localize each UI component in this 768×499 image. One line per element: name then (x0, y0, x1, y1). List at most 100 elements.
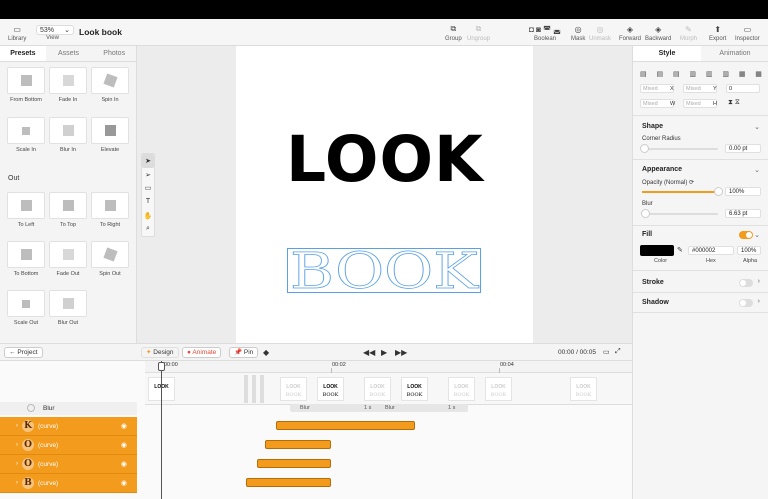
preset-scale-out[interactable]: Scale Out (7, 290, 45, 326)
eye-icon[interactable]: ◉ (121, 422, 127, 430)
preset-scale-in[interactable]: Scale In (7, 117, 45, 153)
rewind-icon[interactable]: ◀◀ (363, 348, 375, 357)
pin-button[interactable]: 📌 Pin (229, 347, 259, 358)
animation-bar[interactable] (257, 459, 331, 468)
chevron-right-icon[interactable]: › (16, 442, 18, 448)
eye-icon[interactable]: ◉ (121, 460, 127, 468)
opacity-label[interactable]: Opacity (Normal) ⟳ (642, 179, 694, 186)
animate-mode-button[interactable]: ● Animate (182, 347, 222, 358)
preset-to-top[interactable]: To Top (49, 192, 87, 228)
mask-button[interactable]: ◎ Mask (571, 25, 585, 43)
boolean-button[interactable]: ◘ ◙ ◚ ◛ Boolean (520, 25, 570, 43)
preset-fade-in[interactable]: Fade In (49, 67, 87, 103)
zoom-select[interactable]: 53% ⌄ (36, 25, 74, 35)
preset-spin-in[interactable]: Spin In (91, 67, 129, 103)
width-field[interactable]: Mixed (640, 99, 674, 108)
stroke-section[interactable]: Stroke (642, 279, 664, 286)
tab-style[interactable]: Style (633, 46, 701, 61)
animation-bar[interactable] (276, 421, 415, 430)
eye-icon[interactable]: ◉ (121, 479, 127, 487)
select-tool-icon[interactable]: ➤ (142, 154, 154, 168)
view-button[interactable]: View (46, 35, 59, 41)
layer-row[interactable]: › B (curve) ◉ (0, 474, 137, 493)
shadow-toggle[interactable] (739, 299, 753, 307)
chevron-down-icon[interactable]: ⌄ (754, 166, 760, 174)
expand-icon[interactable]: ⤢ (615, 348, 621, 356)
fill-section[interactable]: Fill (642, 231, 652, 238)
distribute-v-icon[interactable]: ▦ (755, 70, 762, 78)
inspector-button[interactable]: ▭ Inspector (735, 25, 760, 43)
align-bottom-icon[interactable]: ▥ (722, 70, 729, 78)
distribute-h-icon[interactable]: ▦ (739, 70, 746, 78)
frame-thumb[interactable]: LOOK BOOK (485, 377, 512, 401)
chevron-right-icon[interactable]: › (16, 461, 18, 467)
book-text-selection[interactable]: BOOK (287, 242, 481, 300)
text-tool-icon[interactable]: T (142, 195, 154, 209)
group-button[interactable]: ⧉ Group (445, 24, 462, 42)
blur-slider[interactable] (641, 209, 718, 218)
blur-knob[interactable] (641, 209, 651, 218)
chevron-right-icon[interactable]: › (16, 423, 18, 429)
animation-bar[interactable] (246, 478, 331, 487)
zoom-tool-icon[interactable]: ⌕ (142, 222, 154, 236)
tab-photos[interactable]: Photos (91, 46, 137, 61)
layer-row[interactable]: › O (curve) ◉ (0, 455, 137, 474)
playhead[interactable] (161, 361, 162, 499)
preset-blur-in[interactable]: Blur In (49, 117, 87, 153)
frame-thumb[interactable]: LOOK BOOK (280, 377, 307, 401)
align-right-icon[interactable]: ▤ (673, 70, 680, 78)
frame-thumb[interactable]: LOOK BOOK (401, 377, 428, 401)
tab-animation[interactable]: Animation (701, 46, 768, 61)
look-text[interactable]: LOOK (286, 128, 486, 191)
library-button[interactable]: ▭ Library (8, 25, 26, 43)
animation-bar[interactable] (265, 440, 331, 449)
loop-icon[interactable]: ▭ (603, 348, 610, 356)
opacity-value[interactable]: 100% (725, 187, 761, 196)
align-center-icon[interactable]: ▤ (656, 70, 663, 78)
fast-forward-icon[interactable]: ▶▶ (395, 348, 407, 357)
chevron-right-icon[interactable]: › (16, 480, 18, 486)
eyedropper-icon[interactable]: ✎ (677, 246, 683, 254)
preset-blur-out[interactable]: Blur Out (49, 290, 87, 326)
direct-select-tool-icon[interactable]: ➢ (142, 168, 154, 182)
tab-assets[interactable]: Assets (46, 46, 92, 61)
morph-button[interactable]: ✎ Morph (680, 25, 697, 43)
corner-radius-value[interactable]: 0.00 pt (725, 144, 761, 153)
rectangle-tool-icon[interactable]: ▭ (142, 181, 154, 195)
chevron-down-icon[interactable]: ⌄ (754, 123, 760, 131)
chevron-down-icon[interactable]: ⌄ (754, 231, 760, 239)
keyframe-icon[interactable]: ◆ (263, 348, 269, 357)
layer-row[interactable]: › K (curve) ◉ (0, 417, 137, 436)
fill-alpha-field[interactable]: 100% (737, 246, 761, 255)
rotation-field[interactable]: 0 (726, 84, 760, 93)
chevron-right-icon[interactable]: › (758, 278, 760, 285)
blur-track-bar[interactable]: Blur 1 s Blur 1 s (290, 404, 468, 412)
opacity-knob[interactable] (713, 187, 723, 196)
align-left-icon[interactable]: ▤ (640, 70, 647, 78)
forward-button[interactable]: ◈ Forward (619, 25, 641, 43)
opacity-slider[interactable] (642, 187, 723, 196)
fill-hex-field[interactable]: #000002 (688, 246, 734, 255)
frame-thumb[interactable]: LOOK BOOK (364, 377, 391, 401)
layer-row[interactable]: › O (curve) ◉ (0, 436, 137, 455)
time-ruler[interactable]: 00:00 00:02 00:04 (145, 361, 632, 373)
corner-radius-slider[interactable] (640, 144, 718, 153)
backward-button[interactable]: ◈ Backward (645, 25, 671, 43)
shape-section[interactable]: Shape (642, 123, 663, 130)
frame-thumb[interactable]: LOOK BOOK (317, 377, 344, 401)
design-mode-button[interactable]: ✦ Design (141, 347, 179, 358)
preset-elevate[interactable]: Elevate (91, 117, 129, 153)
x-field[interactable]: Mixed (640, 84, 674, 93)
unmask-button[interactable]: ◎ Unmask (589, 25, 611, 43)
y-field[interactable]: Mixed (683, 84, 717, 93)
preset-to-bottom[interactable]: To Bottom (7, 241, 45, 277)
flip-icons[interactable]: ⧗ ⧖ (728, 99, 740, 107)
hand-tool-icon[interactable]: ✋ (142, 209, 154, 223)
preset-from-bottom[interactable]: From Bottom (7, 67, 45, 103)
fill-toggle[interactable] (739, 231, 753, 239)
fill-color-swatch[interactable] (640, 245, 674, 256)
stroke-toggle[interactable] (739, 279, 753, 287)
project-button[interactable]: ← Project (4, 347, 43, 358)
align-top-icon[interactable]: ▥ (689, 70, 696, 78)
appearance-section[interactable]: Appearance (642, 166, 682, 173)
